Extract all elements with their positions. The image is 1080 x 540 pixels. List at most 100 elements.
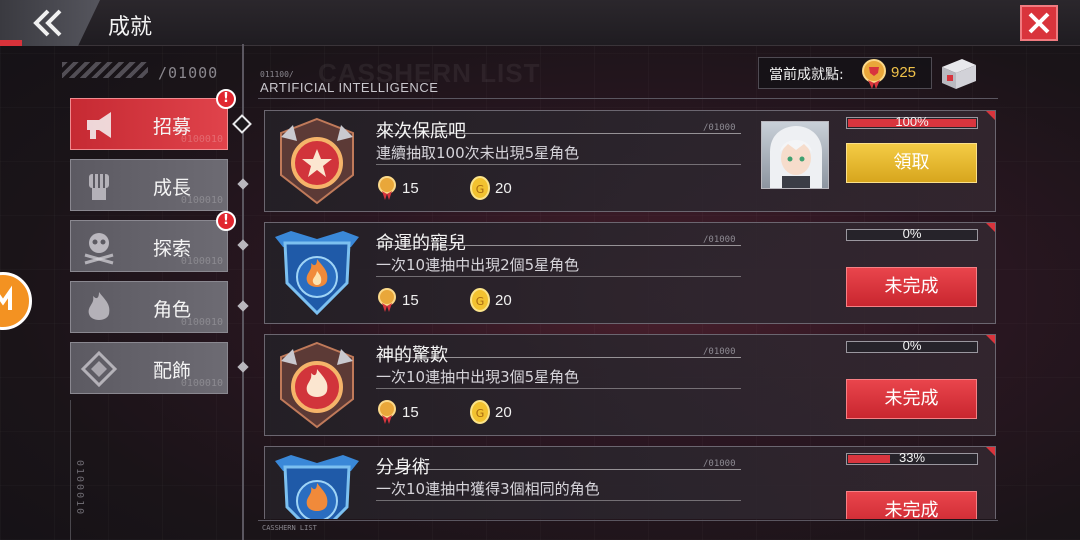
coin-reward: G 20 bbox=[469, 175, 512, 201]
rail-dot bbox=[237, 178, 249, 190]
achievement-desc: 一次10連抽中出現2個5星角色 bbox=[376, 256, 580, 274]
incomplete-button[interactable]: 未完成 bbox=[846, 491, 977, 519]
category-growth[interactable]: 成長 0100010 bbox=[70, 159, 228, 211]
blue-flame-shield-badge-icon bbox=[275, 455, 359, 519]
alert-badge: ! bbox=[216, 89, 236, 109]
achievement-title: 來次保底吧 bbox=[376, 121, 466, 142]
category-code: 0100010 bbox=[180, 378, 223, 389]
left-vertical-code: 0100010 bbox=[74, 460, 85, 517]
flame-icon bbox=[88, 292, 110, 320]
category-code: 0100010 bbox=[180, 195, 223, 206]
progress-bar: 0% bbox=[846, 226, 978, 241]
medal-reward-value: 15 bbox=[402, 403, 419, 421]
progress-text: 0% bbox=[902, 226, 922, 241]
category-recruit[interactable]: 招募 0100010 bbox=[70, 98, 228, 150]
achievement-code: /01000 bbox=[703, 123, 736, 133]
progress-bar: 100% bbox=[846, 114, 978, 129]
hazard-stripes bbox=[62, 62, 148, 78]
page-title: 成就 bbox=[108, 15, 153, 40]
achievement-card: 來次保底吧 /01000 連續抽取100次未出現5星角色 15 G 20 100… bbox=[264, 110, 996, 212]
achievement-card: 分身術 /01000 一次10連抽中獲得3個相同的角色 33% 未完成 bbox=[264, 446, 996, 519]
desc-underline bbox=[376, 500, 741, 501]
achievement-desc: 一次10連抽中獲得3個相同的角色 bbox=[376, 480, 600, 498]
medal-icon bbox=[862, 59, 886, 89]
desc-underline bbox=[376, 276, 741, 277]
megaphone-icon bbox=[87, 112, 111, 139]
progress-bar: 33% bbox=[846, 450, 978, 465]
achievement-title: 分身術 bbox=[376, 457, 430, 478]
left-vertical-line bbox=[70, 400, 71, 540]
skull-crossbones-icon bbox=[84, 233, 114, 265]
achievement-card: 命運的寵兒 /01000 一次10連抽中出現2個5星角色 15 G 20 0% … bbox=[264, 222, 996, 324]
blue-flame-shield-badge-icon bbox=[275, 231, 359, 316]
gold-coin-icon: G bbox=[470, 176, 490, 200]
list-code: 011100/ bbox=[260, 70, 294, 79]
medal-icon bbox=[378, 400, 396, 424]
character-portrait-icon bbox=[770, 126, 822, 188]
achievement-code: /01000 bbox=[703, 235, 736, 245]
rail-dot bbox=[237, 239, 249, 251]
incomplete-button[interactable]: 未完成 bbox=[846, 267, 977, 307]
points-label: 當前成就點: bbox=[769, 67, 844, 83]
rail-dot bbox=[237, 361, 249, 373]
coin-reward-value: 20 bbox=[495, 179, 512, 197]
achievement-list[interactable]: 來次保底吧 /01000 連續抽取100次未出現5星角色 15 G 20 100… bbox=[258, 100, 1008, 519]
points-value: 925 bbox=[891, 64, 917, 81]
title-underline bbox=[376, 357, 741, 358]
coin-reward-value: 20 bbox=[495, 291, 512, 309]
gold-coin-icon: G bbox=[470, 288, 490, 312]
title-underline bbox=[376, 469, 741, 470]
rail-dot bbox=[237, 300, 249, 312]
svg-text:G: G bbox=[476, 295, 485, 308]
category-explore[interactable]: 探索 0100010 bbox=[70, 220, 228, 272]
medal-reward: 15 bbox=[376, 175, 419, 201]
coin-reward-value: 20 bbox=[495, 403, 512, 421]
achievement-code: /01000 bbox=[703, 459, 736, 469]
incomplete-button[interactable]: 未完成 bbox=[846, 379, 977, 419]
achievement-title: 命運的寵兒 bbox=[376, 233, 466, 254]
category-character[interactable]: 角色 0100010 bbox=[70, 281, 228, 333]
gold-coin-icon: G bbox=[470, 400, 490, 424]
achievement-card: 神的驚歎 /01000 一次10連抽中出現3個5星角色 15 G 20 0% 未… bbox=[264, 334, 996, 436]
fist-icon bbox=[89, 174, 109, 200]
alert-badge: ! bbox=[216, 211, 236, 231]
top-bar: 成就 bbox=[0, 0, 1080, 46]
progress-text: 33% bbox=[898, 450, 926, 465]
medal-reward-value: 15 bbox=[402, 291, 419, 309]
achievement-desc: 連續抽取100次未出現5星角色 bbox=[376, 144, 580, 162]
category-accessory[interactable]: 配飾 0100010 bbox=[70, 342, 228, 394]
back-accent bbox=[0, 40, 22, 46]
title-underline bbox=[376, 245, 741, 246]
list-footer-divider bbox=[258, 520, 998, 521]
achievement-points-box: 當前成就點: 925 bbox=[758, 57, 932, 89]
svg-text:G: G bbox=[476, 407, 485, 420]
treasure-chest-icon[interactable] bbox=[938, 53, 980, 93]
achievement-title: 神的驚歎 bbox=[376, 345, 448, 366]
claim-button[interactable]: 領取 bbox=[846, 143, 977, 183]
progress-bar: 0% bbox=[846, 338, 978, 353]
list-header-divider bbox=[258, 98, 998, 99]
desc-underline bbox=[376, 388, 741, 389]
progress-text: 0% bbox=[902, 338, 922, 353]
list-header: ARTIFICIAL INTELLIGENCE bbox=[260, 80, 439, 95]
left-code: /01000 bbox=[158, 64, 219, 82]
achievement-desc: 一次10連抽中出現3個5星角色 bbox=[376, 368, 580, 386]
double-chevron-left-icon bbox=[33, 9, 62, 37]
category-code: 0100010 bbox=[180, 317, 223, 328]
coin-reward: G 20 bbox=[469, 399, 512, 425]
achievement-code: /01000 bbox=[703, 347, 736, 357]
diamond-emblem-icon bbox=[80, 350, 118, 388]
medal-icon bbox=[378, 176, 396, 200]
progress-text: 100% bbox=[895, 114, 929, 129]
category-code: 0100010 bbox=[180, 256, 223, 267]
medal-icon bbox=[378, 288, 396, 312]
coin-reward: G 20 bbox=[469, 287, 512, 313]
title-underline bbox=[376, 133, 741, 134]
desc-underline bbox=[376, 164, 741, 165]
red-flame-badge-icon bbox=[280, 341, 354, 429]
category-code: 0100010 bbox=[180, 134, 223, 145]
medal-reward-value: 15 bbox=[402, 179, 419, 197]
m-logo-icon bbox=[0, 285, 12, 310]
floating-assistant-button[interactable] bbox=[0, 272, 32, 330]
close-button[interactable] bbox=[1020, 5, 1058, 41]
